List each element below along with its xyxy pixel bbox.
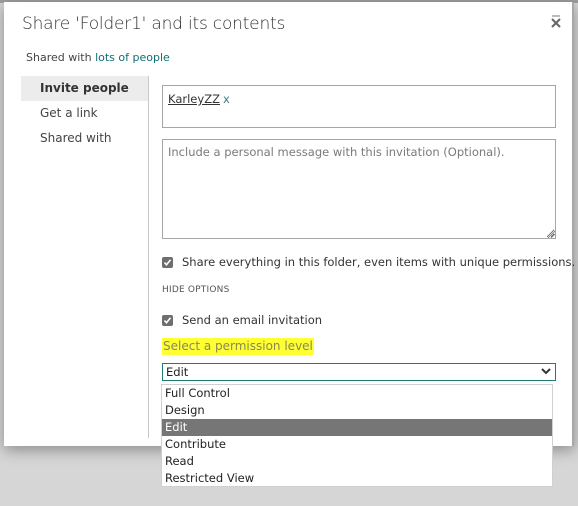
share-everything-checkbox[interactable]	[162, 256, 173, 268]
sidebar-item-invite-people[interactable]: Invite people	[21, 76, 148, 101]
dropdown-option-read[interactable]: Read	[162, 453, 552, 470]
chevron-down-icon	[541, 368, 551, 375]
permission-dropdown-list: Full Control Design Edit Contribute Read…	[161, 384, 553, 487]
share-sidebar: Invite people Get a link Shared with	[21, 76, 149, 438]
person-token-remove[interactable]: x	[223, 92, 230, 106]
sidebar-item-shared-with[interactable]: Shared with	[21, 126, 148, 151]
checkmark-icon	[163, 316, 172, 324]
dropdown-option-design[interactable]: Design	[162, 402, 552, 419]
resize-grip-icon[interactable]	[548, 231, 555, 238]
send-email-row: Send an email invitation	[162, 312, 322, 328]
hide-options-link[interactable]: HIDE OPTIONS	[162, 285, 230, 295]
shared-with-link[interactable]: lots of people	[95, 51, 170, 64]
dropdown-option-restricted-view[interactable]: Restricted View	[162, 470, 552, 487]
dropdown-option-contribute[interactable]: Contribute	[162, 436, 552, 453]
permission-level-select[interactable]: Edit	[162, 363, 556, 381]
shared-with-summary: Shared with lots of people	[26, 51, 170, 64]
personal-message-input[interactable]	[162, 139, 556, 239]
sidebar-item-get-a-link[interactable]: Get a link	[21, 101, 148, 126]
close-button[interactable]	[549, 12, 563, 30]
dropdown-option-full-control[interactable]: Full Control	[162, 385, 552, 402]
share-everything-row: Share everything in this folder, even it…	[162, 254, 575, 270]
dialog-title: Share 'Folder1' and its contents	[22, 14, 286, 34]
share-everything-label: Share everything in this folder, even it…	[182, 255, 576, 269]
send-email-label: Send an email invitation	[182, 313, 323, 327]
person-token-name[interactable]: KarleyZZ	[168, 92, 220, 106]
checkmark-icon	[163, 258, 172, 266]
permission-selected-value: Edit	[166, 365, 189, 379]
share-dialog: Share 'Folder1' and its contents Shared …	[4, 2, 575, 446]
permission-level-label: Select a permission level	[162, 338, 314, 355]
send-email-checkbox[interactable]	[162, 314, 173, 326]
people-picker-input[interactable]: KarleyZZ x	[162, 85, 556, 128]
shared-with-prefix: Shared with	[26, 51, 92, 64]
close-icon	[551, 15, 561, 28]
dropdown-option-edit[interactable]: Edit	[162, 419, 552, 436]
